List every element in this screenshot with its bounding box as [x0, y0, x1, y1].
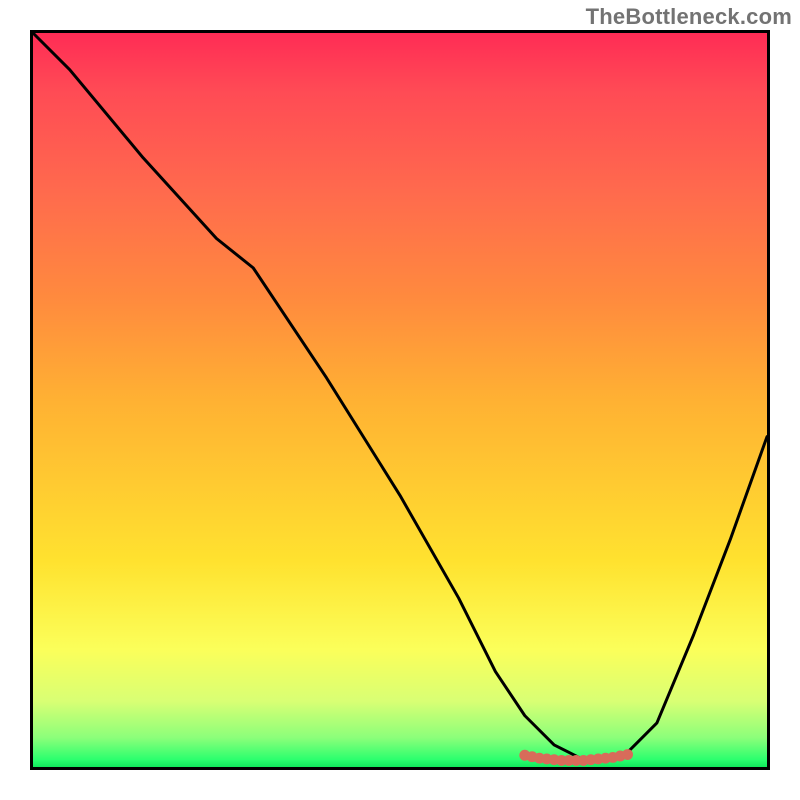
plot-frame	[30, 30, 770, 770]
highlight-series	[519, 749, 633, 766]
plot-svg	[33, 33, 767, 767]
highlight-dot	[622, 749, 633, 760]
curve-line	[33, 33, 767, 760]
chart-container: TheBottleneck.com	[0, 0, 800, 800]
watermark: TheBottleneck.com	[586, 4, 792, 30]
